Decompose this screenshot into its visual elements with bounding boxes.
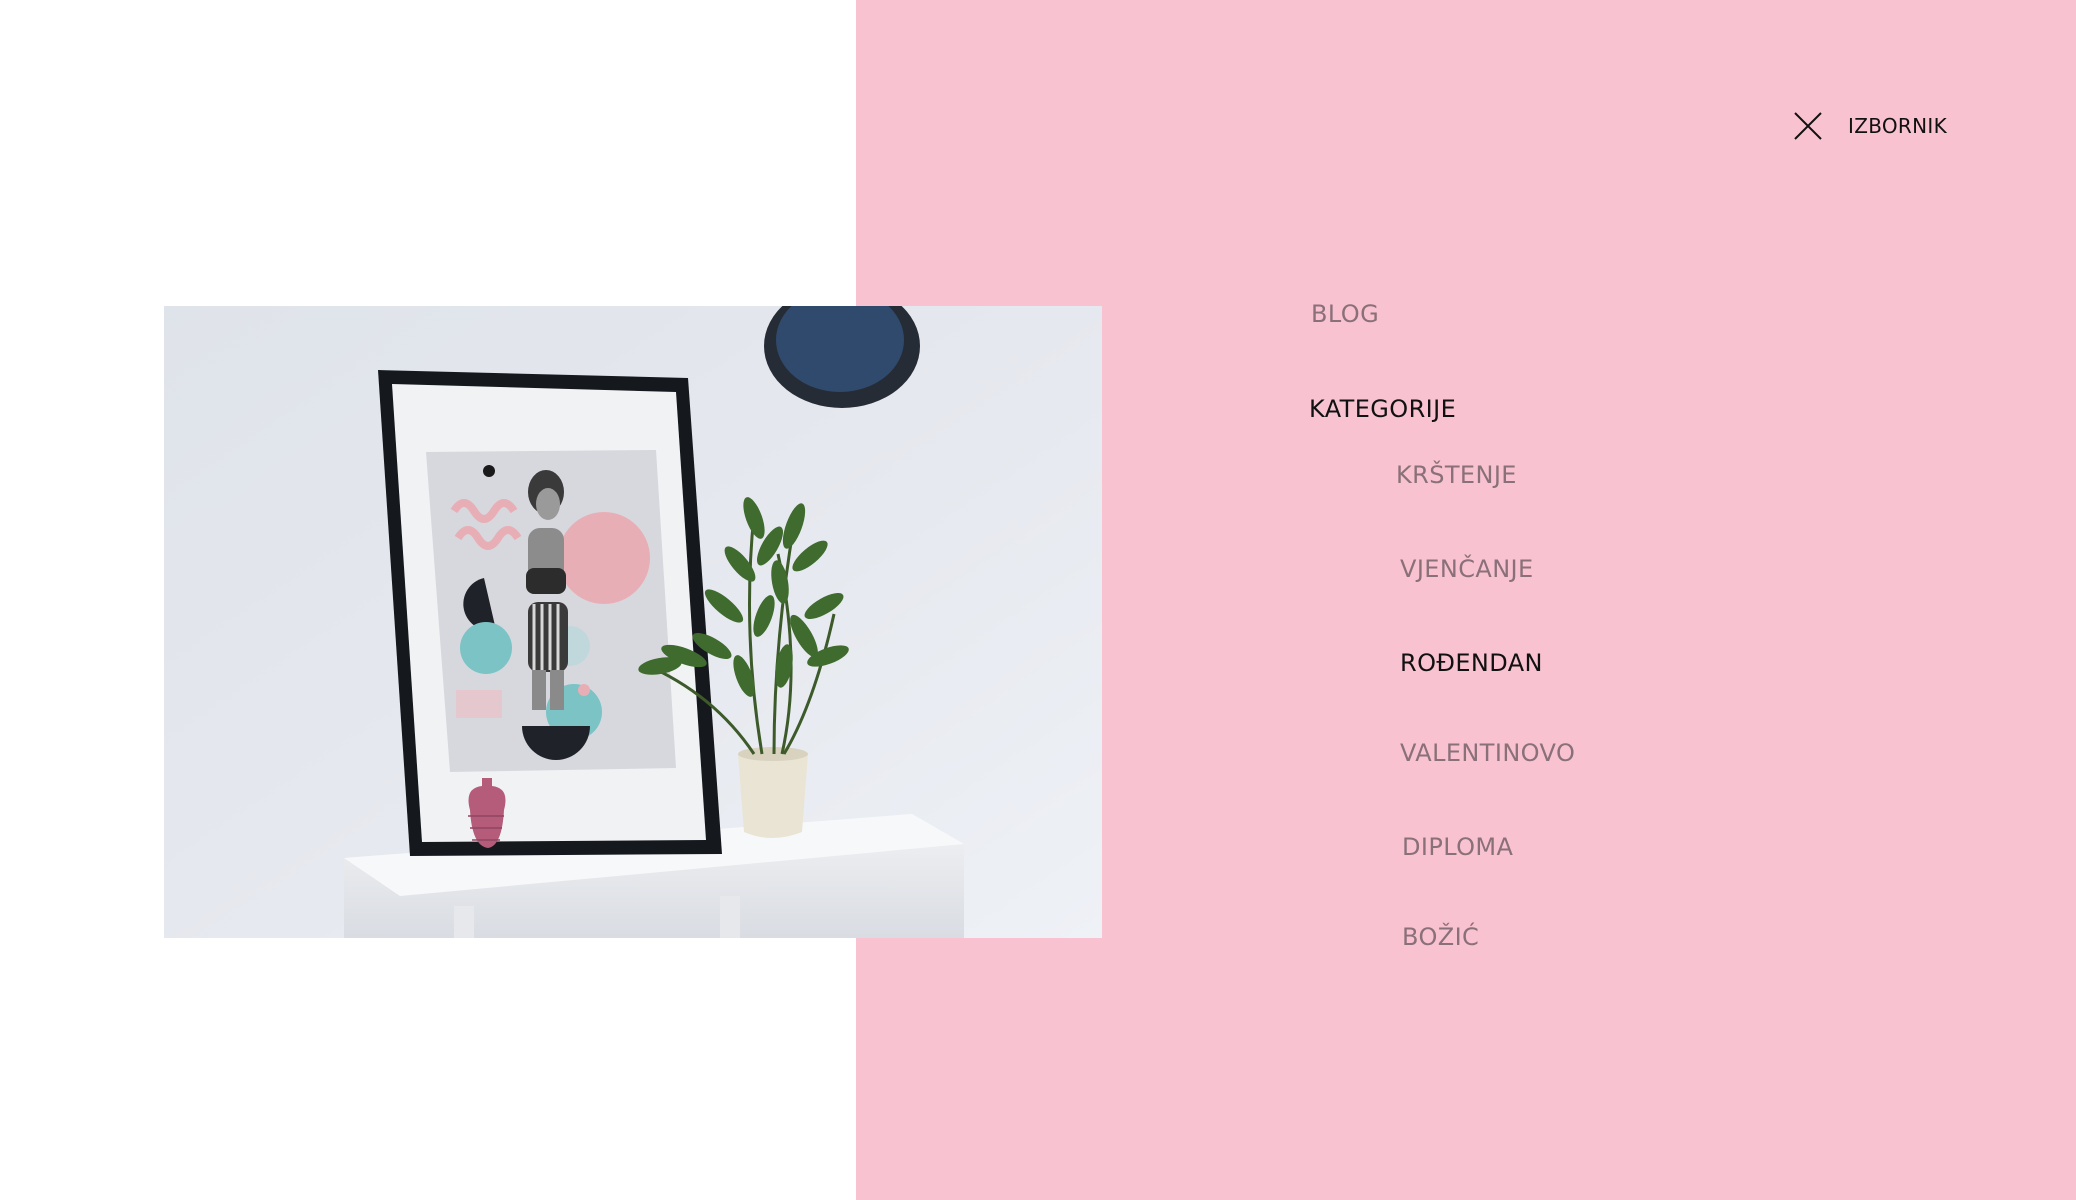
nav-category-rodendan[interactable]: ROĐENDAN <box>1400 649 1543 677</box>
menu-label[interactable]: IZBORNIK <box>1848 114 1947 138</box>
nav-category-valentinovo[interactable]: VALENTINOVO <box>1400 739 1575 767</box>
nav-category-krstenje[interactable]: KRŠTENJE <box>1396 461 1517 489</box>
close-icon[interactable] <box>1792 110 1824 142</box>
nav-blog[interactable]: BLOG <box>1311 300 1379 328</box>
close-menu-button[interactable]: IZBORNIK <box>1792 108 1947 144</box>
nav-category-bozic[interactable]: BOŽIĆ <box>1402 923 1479 951</box>
nav-category-diploma[interactable]: DIPLOMA <box>1402 833 1513 861</box>
hero-photo <box>164 306 1102 938</box>
nav-kategorije[interactable]: KATEGORIJE <box>1309 395 1456 423</box>
nav-category-vjencanje[interactable]: VJENČANJE <box>1400 555 1534 583</box>
